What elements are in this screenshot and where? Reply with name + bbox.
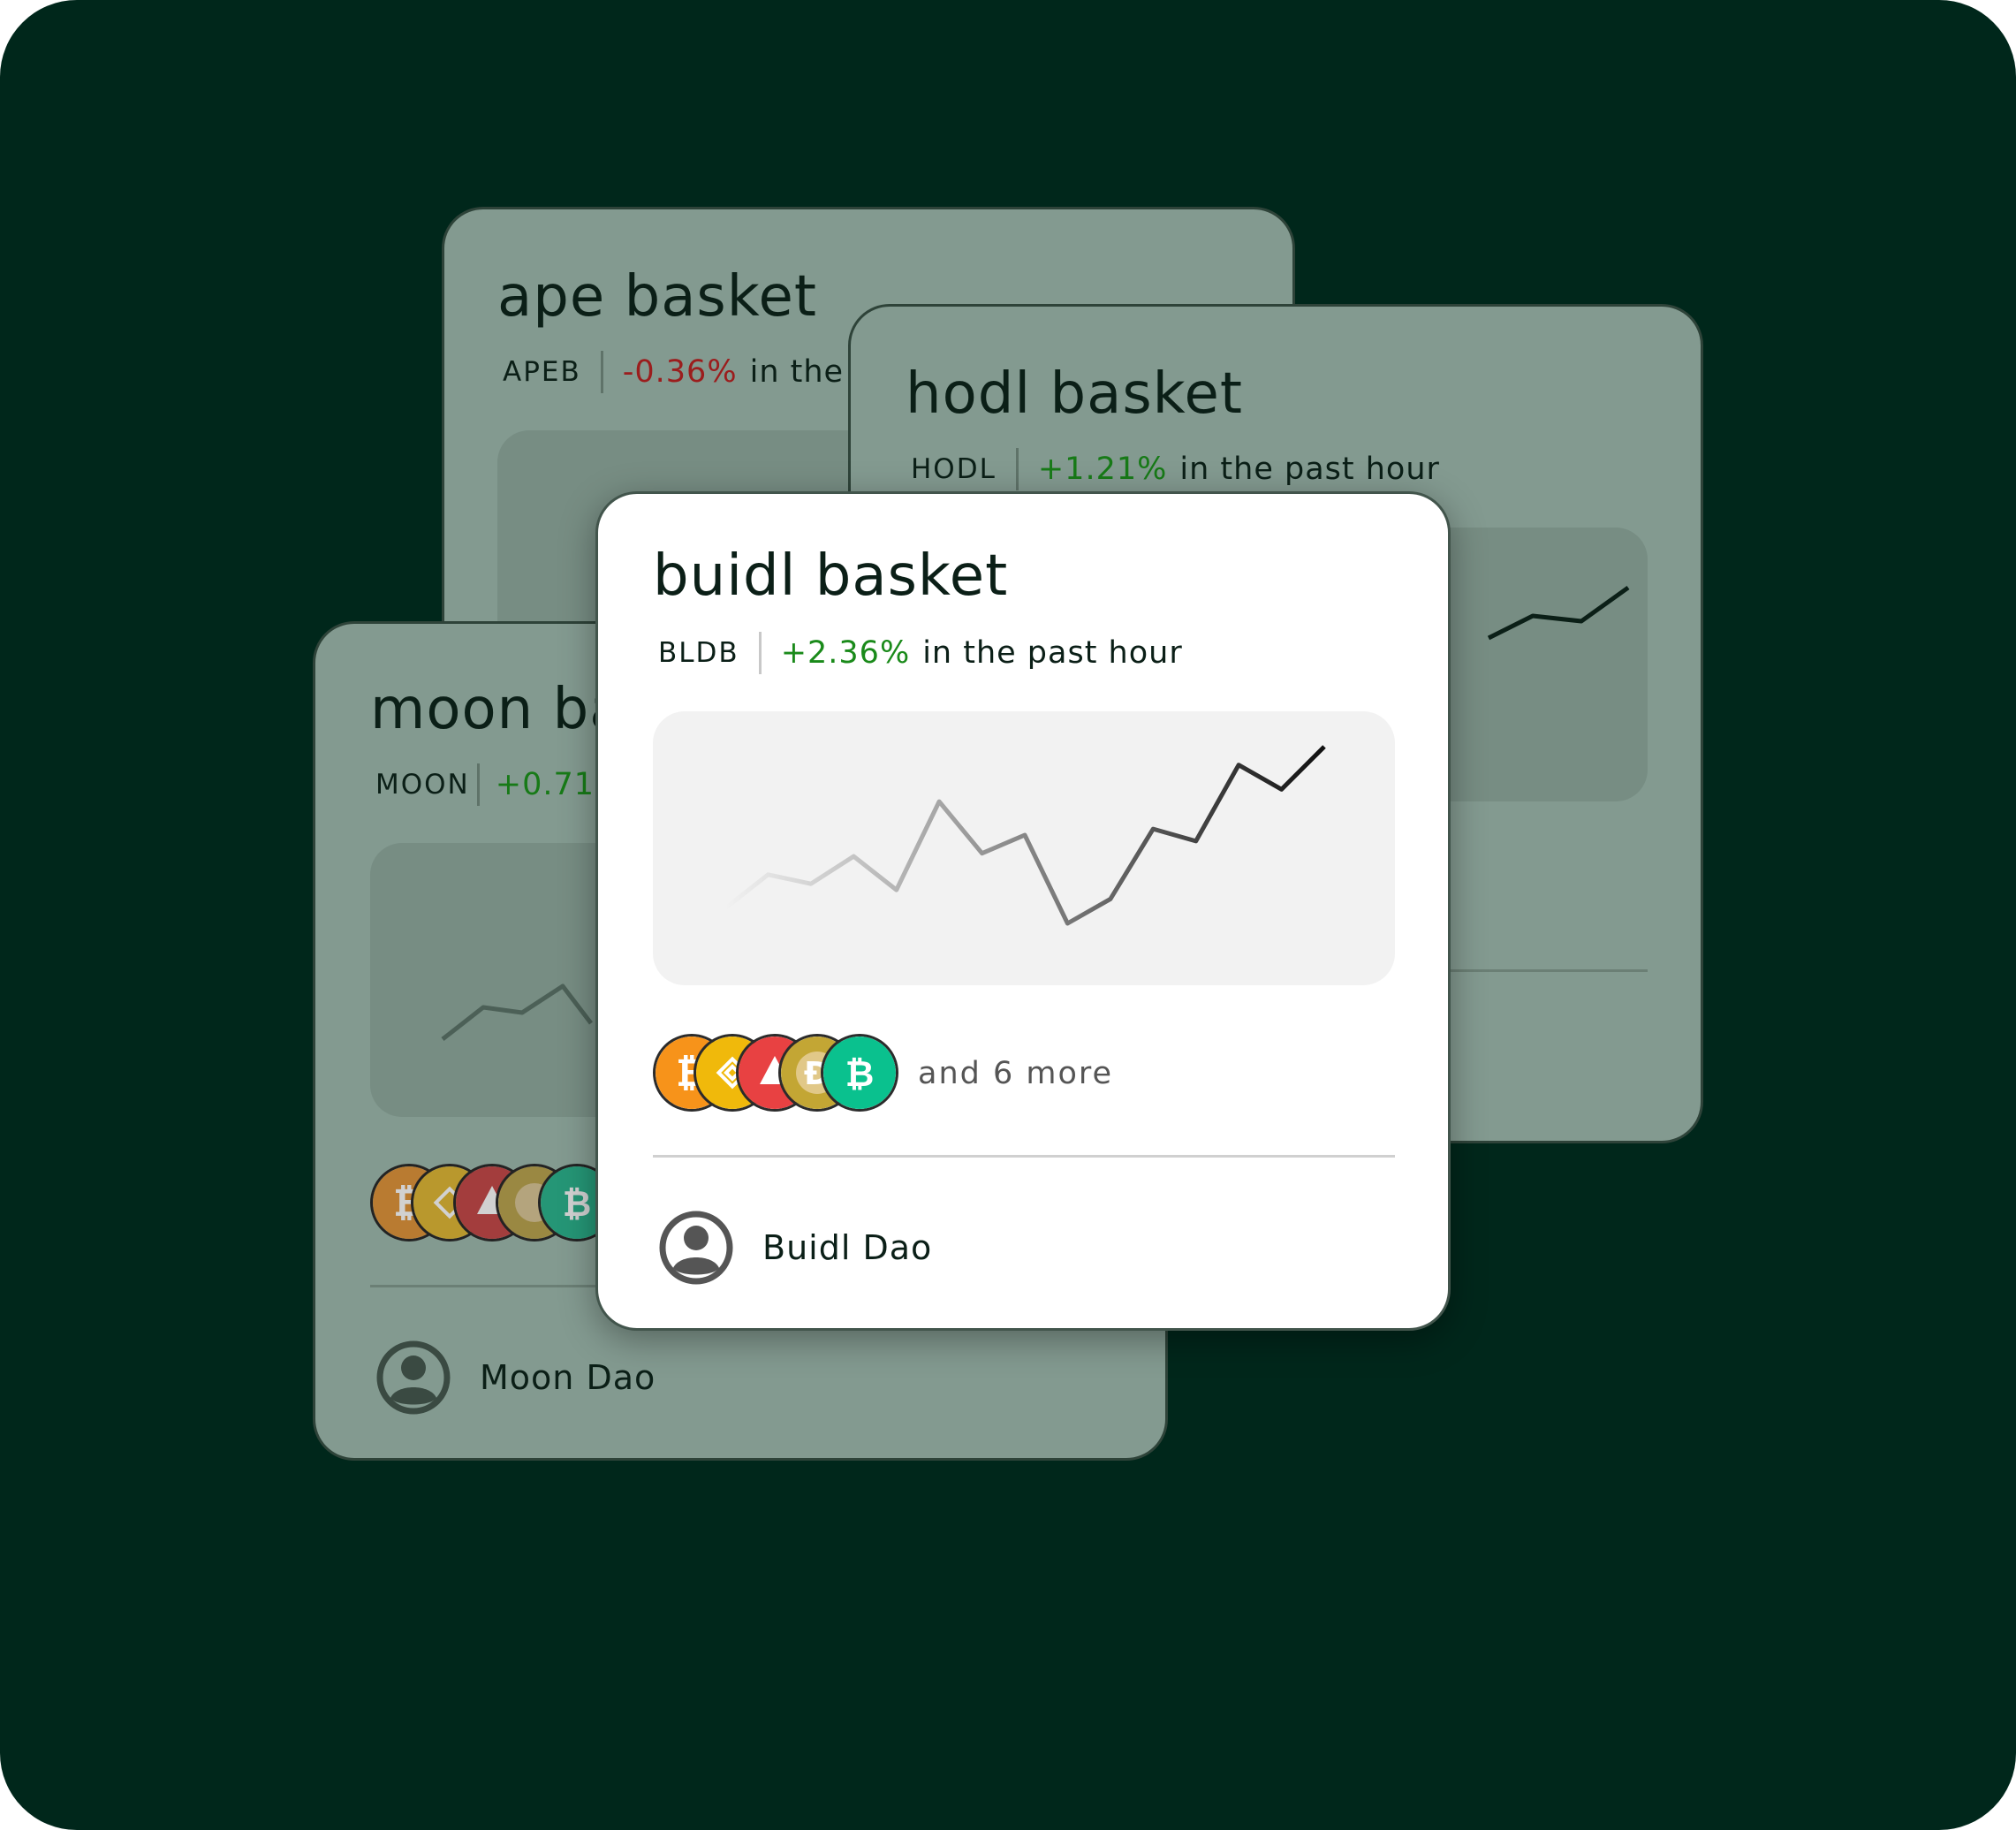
owner-name: Moon Dao: [480, 1358, 656, 1397]
user-avatar-icon: [659, 1211, 733, 1285]
meta-separator: [1015, 448, 1019, 490]
card-title: hodl basket: [906, 361, 1243, 427]
coin-stack: ₿ Ð ₿: [653, 1034, 918, 1117]
change-suffix: in the past hour: [1179, 452, 1440, 487]
card-title: ape basket: [497, 264, 817, 330]
card-meta: HODL +1.21% in the past hour: [911, 448, 1440, 490]
card-meta: APEB -0.36% in the: [503, 351, 844, 393]
change-value: +2.36%: [780, 635, 911, 671]
card-meta: BLDB +2.36% in the past hour: [658, 632, 1183, 674]
meta-separator: [758, 632, 762, 674]
change-value: -0.36%: [622, 354, 738, 390]
ticker-label: MOON: [375, 769, 470, 801]
owner-name: Buidl Dao: [762, 1228, 933, 1267]
sparkline-line: [724, 745, 1326, 926]
app-background: ape basket APEB -0.36% in the hodl baske…: [0, 0, 2016, 1830]
user-avatar-icon: [376, 1340, 451, 1415]
ticker-label: BLDB: [658, 637, 739, 669]
change-suffix: in the: [749, 354, 845, 390]
ticker-label: HODL: [911, 453, 997, 485]
basket-card-buidl[interactable]: buidl basket BLDB +2.36% in the past hou…: [595, 491, 1451, 1331]
svg-text:₿: ₿: [563, 1184, 592, 1225]
svg-text:₿: ₿: [845, 1054, 875, 1095]
ticker-label: APEB: [503, 356, 581, 388]
card-title: moon ba: [370, 677, 625, 742]
sparkline-panel: [653, 711, 1395, 985]
meta-separator: [600, 351, 603, 393]
more-coins-label[interactable]: and 6 more: [918, 1056, 1113, 1091]
bitcoin-cash-icon: ₿: [821, 1034, 898, 1112]
card-meta: MOON +0.71%: [375, 763, 625, 806]
meta-separator: [476, 763, 480, 806]
owner-row[interactable]: Moon Dao: [375, 1340, 656, 1416]
change-value: +1.21%: [1037, 452, 1168, 487]
owner-row[interactable]: Buidl Dao: [658, 1210, 932, 1286]
card-divider: [653, 1155, 1395, 1158]
card-title: buidl basket: [653, 543, 1009, 609]
change-suffix: in the past hour: [922, 635, 1183, 671]
sparkline-chart: [724, 745, 1326, 926]
